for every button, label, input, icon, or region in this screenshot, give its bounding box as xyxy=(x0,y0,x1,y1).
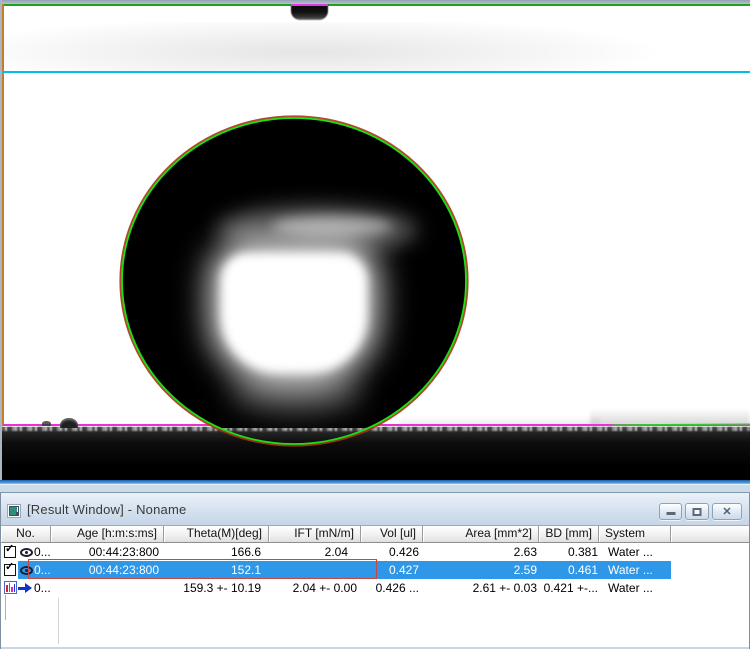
drop-method-icon xyxy=(20,566,33,575)
result-window-icon xyxy=(7,504,21,518)
minimize-button[interactable] xyxy=(659,503,682,520)
sample-surface xyxy=(0,427,750,481)
drop-shape-analyzer-screen: [Result Window] - Noname ✕ No. Age [h:m:… xyxy=(0,0,750,649)
results-table: No. Age [h:m:s:ms] Theta(M)[deg] IFT [mN… xyxy=(1,526,749,649)
cell-theta: 159.3 +- 10.19 xyxy=(164,579,269,597)
cell-bd: 0.461 xyxy=(539,561,599,579)
cell-age: 00:44:23:800 xyxy=(51,561,164,579)
row-number: 0... xyxy=(34,561,51,579)
droplet-silhouette xyxy=(122,118,466,428)
cell-theta: 166.6 xyxy=(164,543,269,561)
row-number: 0... xyxy=(34,579,51,597)
cell-ift: 2.04 xyxy=(269,543,361,561)
cell-area: 2.61 +- 0.03 xyxy=(423,579,539,597)
minimize-icon xyxy=(666,512,675,515)
droplet-lower-glow xyxy=(230,370,362,414)
column-header-vol[interactable]: Vol [ul] xyxy=(361,526,423,543)
cell-ift: 2.04 +- 0.00 xyxy=(269,579,361,597)
column-header-ift[interactable]: IFT [mN/m] xyxy=(269,526,361,543)
column-header-bd[interactable]: BD [mm] xyxy=(539,526,599,543)
close-icon: ✕ xyxy=(722,505,731,518)
camera-view-panel xyxy=(0,0,750,484)
cell-vol: 0.427 xyxy=(361,561,423,579)
table-row-selected[interactable]: ✓ 0... 00:44:23:800 152.1 0.427 2.59 0.4… xyxy=(1,561,749,579)
cell-age: 00:44:23:800 xyxy=(51,543,164,561)
result-window-titlebar[interactable]: [Result Window] - Noname ✕ xyxy=(1,493,749,526)
column-header-age[interactable]: Age [h:m:s:ms] xyxy=(51,526,164,543)
mdi-background-gap xyxy=(0,484,750,493)
droplet xyxy=(0,116,750,428)
statistics-icon xyxy=(4,581,17,594)
result-window-title: [Result Window] - Noname xyxy=(27,502,186,517)
column-header-area[interactable]: Area [mm*2] xyxy=(423,526,539,543)
dosing-needle-tip xyxy=(291,4,328,20)
panel-frame-left xyxy=(0,0,2,484)
table-row-statistics[interactable]: 0... 159.3 +- 10.19 2.04 +- 0.00 0.426 .… xyxy=(1,579,749,597)
table-row[interactable]: ✓ 0... 00:44:23:800 166.6 2.04 0.426 2.6… xyxy=(1,543,749,561)
left-marker-line xyxy=(2,4,4,425)
column-header-system[interactable]: System xyxy=(599,526,671,543)
column-header-filler xyxy=(671,526,749,543)
drop-method-icon xyxy=(20,548,33,557)
cell-bd: 0.381 xyxy=(539,543,599,561)
column-header-theta[interactable]: Theta(M)[deg] xyxy=(164,526,269,543)
top-reference-line xyxy=(2,4,750,6)
column-guide-line xyxy=(58,598,59,644)
restore-button[interactable] xyxy=(685,503,709,520)
image-vignette xyxy=(0,22,750,72)
cell-ift xyxy=(269,561,361,579)
column-header-no[interactable]: No. xyxy=(1,526,51,543)
close-button[interactable]: ✕ xyxy=(712,503,742,520)
cell-vol: 0.426 ... xyxy=(361,579,423,597)
panel-frame-bottom xyxy=(0,480,750,484)
row-number: 0... xyxy=(34,543,51,561)
droplet-highlight-core xyxy=(237,264,351,360)
cell-bd: 0.421 +-... xyxy=(539,579,599,597)
table-header-row: No. Age [h:m:s:ms] Theta(M)[deg] IFT [mN… xyxy=(1,526,749,543)
row-checkbox[interactable]: ✓ xyxy=(4,564,16,576)
window-controls: ✕ xyxy=(659,503,742,520)
droplet-reflection-band-core xyxy=(272,216,392,236)
cell-system: Water ... xyxy=(599,561,671,579)
cell-age xyxy=(51,579,164,597)
cell-area: 2.59 xyxy=(423,561,539,579)
cell-system: Water ... xyxy=(599,579,671,597)
result-window: [Result Window] - Noname ✕ No. Age [h:m:… xyxy=(0,493,750,649)
cell-system: Water ... xyxy=(599,543,671,561)
row-checkbox[interactable]: ✓ xyxy=(4,546,16,558)
cell-theta: 152.1 xyxy=(164,561,269,579)
focus-artifact-line xyxy=(5,595,6,620)
cell-area: 2.63 xyxy=(423,543,539,561)
focus-reference-line xyxy=(2,71,750,73)
restore-icon xyxy=(693,508,702,516)
arrow-right-icon xyxy=(18,583,32,593)
panel-frame-top xyxy=(0,0,750,4)
cell-vol: 0.426 xyxy=(361,543,423,561)
